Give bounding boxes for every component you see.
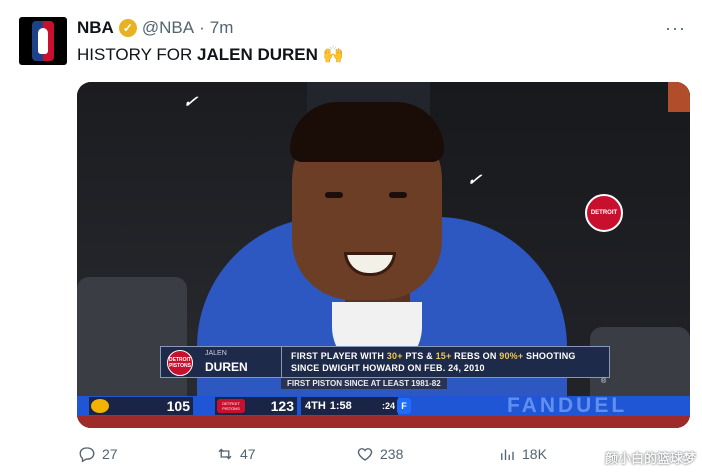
raised-hands-emoji: 🙌 xyxy=(322,45,344,64)
views-bar-chart-icon xyxy=(501,449,514,460)
pistons-logo-patch: DETROIT xyxy=(585,194,623,232)
heart-icon xyxy=(357,448,373,461)
away-team-score-box: 105 xyxy=(89,397,193,415)
separator-dot: · xyxy=(199,18,205,37)
like-count: 238 xyxy=(380,446,404,462)
watermark-text: 颜小白的篮球梦 xyxy=(604,451,696,466)
tweet-text-prefix: HISTORY FOR xyxy=(77,45,197,64)
author-name[interactable]: NBA xyxy=(77,18,114,38)
verified-badge-icon: ✓ xyxy=(118,19,137,37)
court-ad-board xyxy=(77,416,690,428)
stat-line-1: FIRST PLAYER WITH 30+ PTS & 15+ REBS ON … xyxy=(291,351,576,361)
tweet-timestamp[interactable]: 7m xyxy=(210,18,234,38)
stat-graphic: DETROIT PISTONS JALEN DUREN FIRST PLAYER… xyxy=(160,346,610,378)
pistons-logo-icon: DETROIT PISTONS xyxy=(217,399,245,413)
reply-count: 27 xyxy=(102,446,118,462)
fanduel-logo-icon: F xyxy=(397,398,411,414)
game-clock: 4TH 1:58 :24 xyxy=(301,397,398,415)
shot-clock: :24 xyxy=(381,401,395,411)
tweet-header: NBA ✓ @NBA · 7m xyxy=(77,18,233,38)
stat-subtag: FIRST PISTON SINCE AT LEAST 1981-82 xyxy=(281,378,447,389)
quarter: 4TH xyxy=(305,400,326,412)
time-remaining: 1:58 xyxy=(329,400,352,412)
home-team-score-box: DETROIT PISTONS 123 xyxy=(215,397,297,415)
home-score: 123 xyxy=(270,398,294,414)
scorebug: 105 DETROIT PISTONS 123 4TH 1:58 :24 F F… xyxy=(77,394,690,417)
pacers-logo-icon xyxy=(91,399,109,413)
view-count: 18K xyxy=(522,446,547,462)
away-score: 105 xyxy=(166,398,190,414)
repost-button[interactable]: 47 xyxy=(216,445,256,463)
tweet-text-player: JALEN DUREN xyxy=(196,45,318,64)
views-button[interactable]: 18K xyxy=(498,445,547,463)
sponsor-background-text: FANDUEL xyxy=(507,394,628,417)
player-first-name: JALEN xyxy=(205,350,227,357)
pistons-logo-icon: DETROIT PISTONS xyxy=(167,350,193,376)
tweet-actions: 27 47 238 18K xyxy=(78,445,692,467)
like-button[interactable]: 238 xyxy=(356,445,403,463)
tweet-media-image[interactable]: ✓ ✓ DETROIT DETROIT PISTONS JALEN DUREN … xyxy=(77,82,690,428)
reply-button[interactable]: 27 xyxy=(78,445,118,463)
repost-count: 47 xyxy=(240,446,256,462)
registered-mark: ® xyxy=(601,378,607,385)
reply-icon xyxy=(79,447,95,463)
pistons-patch-text: DETROIT xyxy=(590,210,618,216)
nba-avatar[interactable] xyxy=(19,17,67,65)
tweet-card: NBA ✓ @NBA · 7m ··· HISTORY FOR JALEN DU… xyxy=(0,0,702,475)
repost-icon xyxy=(218,448,232,460)
stat-line-2: SINCE DWIGHT HOWARD ON FEB. 24, 2010 xyxy=(291,363,485,373)
player-last-name: DUREN xyxy=(205,360,248,374)
more-options-icon[interactable]: ··· xyxy=(665,18,686,39)
tweet-text: HISTORY FOR JALEN DUREN 🙌 xyxy=(77,45,344,65)
author-handle[interactable]: @NBA xyxy=(142,18,194,38)
